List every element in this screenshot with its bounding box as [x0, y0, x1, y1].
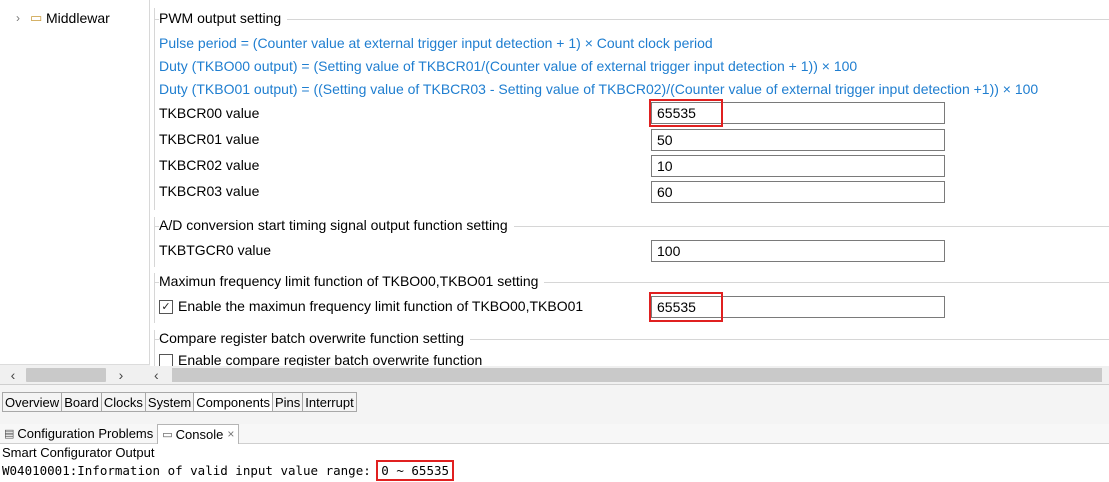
scroll-thumb[interactable]: [26, 368, 106, 382]
pwm-group-title: PWM output setting: [159, 10, 288, 26]
tkbcr00-label: TKBCR00 value: [159, 105, 260, 121]
compare-group-title: Compare register batch overwrite functio…: [159, 330, 471, 346]
console-output-title: Smart Configurator Output: [2, 445, 155, 460]
scroll-left-icon[interactable]: ‹: [154, 366, 159, 384]
tree-item-middleware[interactable]: › ▭ Middlewar: [16, 10, 110, 26]
pwm-formula: Duty (TKBO01 output) = ((Setting value o…: [159, 81, 1039, 97]
group-border: [154, 273, 155, 323]
group-border: [154, 330, 155, 370]
tab-system[interactable]: System: [144, 392, 194, 412]
tab-pins[interactable]: Pins: [271, 392, 303, 412]
group-border: [154, 19, 1109, 20]
tab-label: Configuration Problems: [17, 426, 154, 441]
tab-board[interactable]: Board: [61, 392, 101, 412]
settings-panel: PWM output setting Pulse period = (Count…: [150, 0, 1109, 384]
maxfreq-checkbox-label: Enable the maximun frequency limit funct…: [178, 298, 584, 314]
pwm-formula: Pulse period = (Counter value at externa…: [159, 35, 713, 51]
tree-horizontal-scrollbar[interactable]: ‹ ›: [0, 364, 150, 384]
tkbcr01-input[interactable]: [651, 129, 945, 151]
maxfreq-group-title: Maximun frequency limit function of TKBO…: [159, 273, 545, 289]
scroll-thumb[interactable]: [172, 368, 1102, 382]
tab-components[interactable]: Components: [193, 392, 272, 412]
console-icon: ▭: [162, 428, 173, 441]
tab-configuration-problems[interactable]: ▤ Configuration Problems: [0, 424, 157, 444]
scroll-right-icon[interactable]: ›: [112, 367, 130, 383]
tab-interrupt[interactable]: Interrupt: [302, 392, 357, 412]
pwm-formula: Duty (TKBO00 output) = (Setting value of…: [159, 58, 858, 74]
close-icon[interactable]: ×: [227, 427, 234, 441]
maxfreq-checkbox[interactable]: ✓: [159, 300, 173, 314]
folder-icon: ▭: [30, 10, 43, 25]
group-border: [154, 217, 155, 267]
group-border: [154, 8, 155, 210]
console-message: W04010001:Information of valid input val…: [2, 460, 455, 481]
tkbcr01-label: TKBCR01 value: [159, 131, 260, 147]
tkbcr03-label: TKBCR03 value: [159, 183, 260, 199]
highlight-box: [649, 99, 723, 127]
console-message-text: W04010001:Information of valid input val…: [2, 463, 379, 478]
tab-overview[interactable]: Overview: [2, 392, 62, 412]
console-range-highlight: 0 ~ 65535: [376, 460, 455, 481]
editor-tab-bar: Overview Board Clocks System Components …: [0, 384, 1109, 424]
ad-group-title: A/D conversion start timing signal outpu…: [159, 217, 514, 233]
tkbcr03-input[interactable]: [651, 181, 945, 203]
tkbtgcr0-input[interactable]: [651, 240, 945, 262]
main-horizontal-scrollbar[interactable]: ‹: [150, 366, 1109, 384]
tkbtgcr0-label: TKBTGCR0 value: [159, 242, 272, 258]
chevron-right-icon[interactable]: ›: [16, 11, 30, 25]
scroll-left-icon[interactable]: ‹: [4, 367, 22, 383]
tkbcr02-label: TKBCR02 value: [159, 157, 260, 173]
console-tab-bar: ▤ Configuration Problems ▭ Console ×: [0, 423, 1109, 444]
highlight-box: [649, 292, 723, 322]
problems-icon: ▤: [4, 428, 15, 440]
tab-console[interactable]: ▭ Console ×: [157, 423, 240, 444]
tab-clocks[interactable]: Clocks: [100, 392, 145, 412]
tkbcr02-input[interactable]: [651, 155, 945, 177]
tab-label: Console: [175, 426, 224, 442]
tree-item-label: Middlewar: [46, 10, 110, 26]
project-tree: › ▭ Middlewar: [0, 0, 150, 384]
